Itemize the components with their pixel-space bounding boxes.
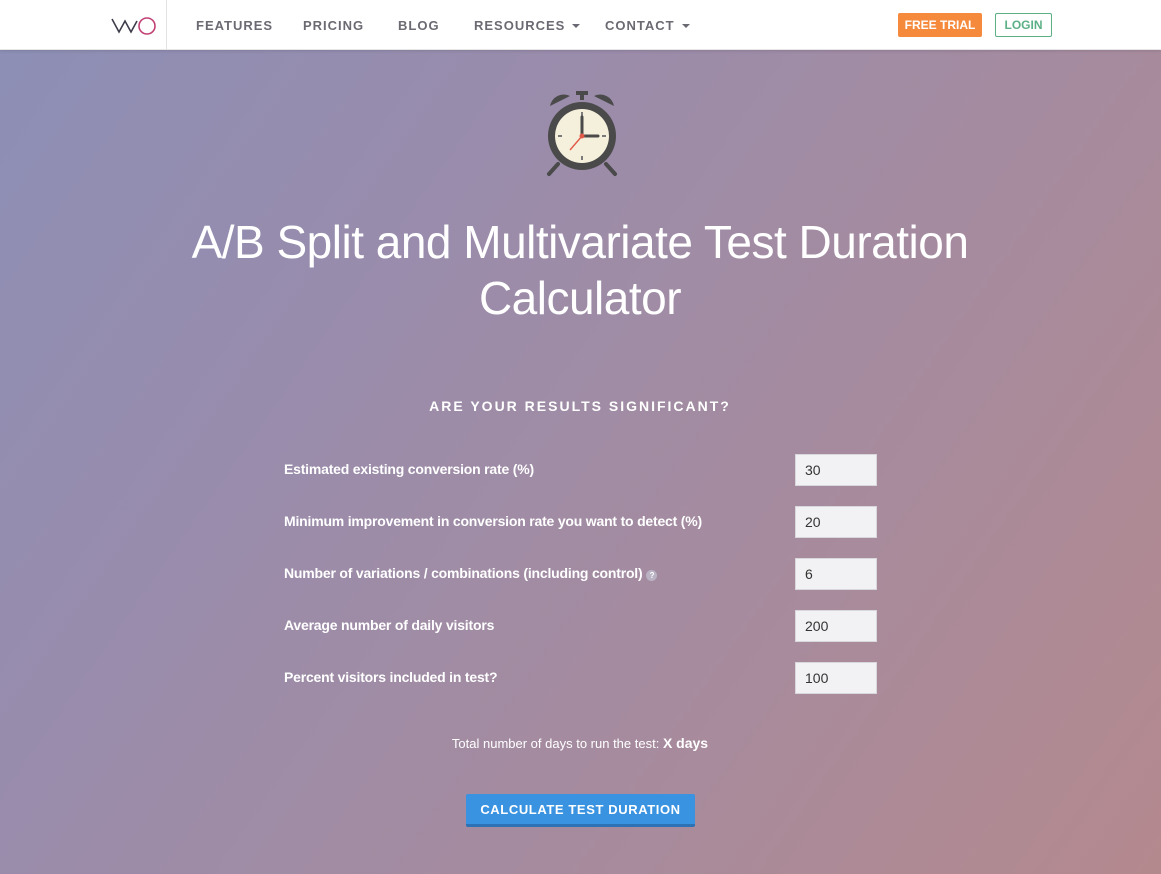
daily-visitors-input[interactable] <box>795 610 877 642</box>
conversion-rate-input[interactable] <box>795 454 877 486</box>
nav-contact[interactable]: CONTACT <box>605 18 690 33</box>
login-button[interactable]: LOGIN <box>995 13 1052 37</box>
percent-visitors-label: Percent visitors included in test? <box>284 669 498 685</box>
nav-pricing-label: PRICING <box>303 18 365 33</box>
nav-contact-label: CONTACT <box>605 18 675 33</box>
nav-pricing[interactable]: PRICING <box>303 18 364 33</box>
alarm-clock-icon <box>547 91 617 176</box>
nav-features-label: FEATURES <box>196 18 274 33</box>
variations-input[interactable] <box>795 558 877 590</box>
caret-down-icon <box>572 24 581 28</box>
vwo-logo[interactable] <box>110 15 158 37</box>
percent-visitors-input[interactable] <box>795 662 877 694</box>
nav-features[interactable]: FEATURES <box>196 18 273 33</box>
conversion-rate-label: Estimated existing conversion rate (%) <box>284 461 534 477</box>
daily-visitors-label: Average number of daily visitors <box>284 617 495 633</box>
nav-blog-label: BLOG <box>398 18 440 33</box>
calculate-button[interactable]: CALCULATE TEST DURATION <box>466 794 695 827</box>
free-trial-button[interactable]: FREE TRIAL <box>898 13 982 37</box>
caret-down-icon <box>681 24 690 28</box>
result-line: Total number of days to run the test: X … <box>330 735 830 751</box>
nav-resources-label: RESOURCES <box>474 18 566 33</box>
variations-label: Number of variations / combinations (inc… <box>284 565 643 581</box>
nav-resources[interactable]: RESOURCES <box>474 18 581 33</box>
form-heading: ARE YOUR RESULTS SIGNIFICANT? <box>429 398 731 414</box>
help-icon[interactable]: ? <box>646 570 658 581</box>
result-value: X days <box>662 735 709 751</box>
logo-divider <box>166 0 167 50</box>
page-title: A/B Split and Multivariate Test Duration… <box>191 216 969 324</box>
min-improvement-label: Minimum improvement in conversion rate y… <box>284 513 702 529</box>
nav-blog[interactable]: BLOG <box>398 18 440 33</box>
top-navigation: FEATURES PRICING BLOG RESOURCES CONTACT … <box>0 0 1161 50</box>
min-improvement-input[interactable] <box>795 506 877 538</box>
result-text: Total number of days to run the test: <box>451 736 660 751</box>
variations-row: Number of variations / combinations (inc… <box>284 565 658 581</box>
